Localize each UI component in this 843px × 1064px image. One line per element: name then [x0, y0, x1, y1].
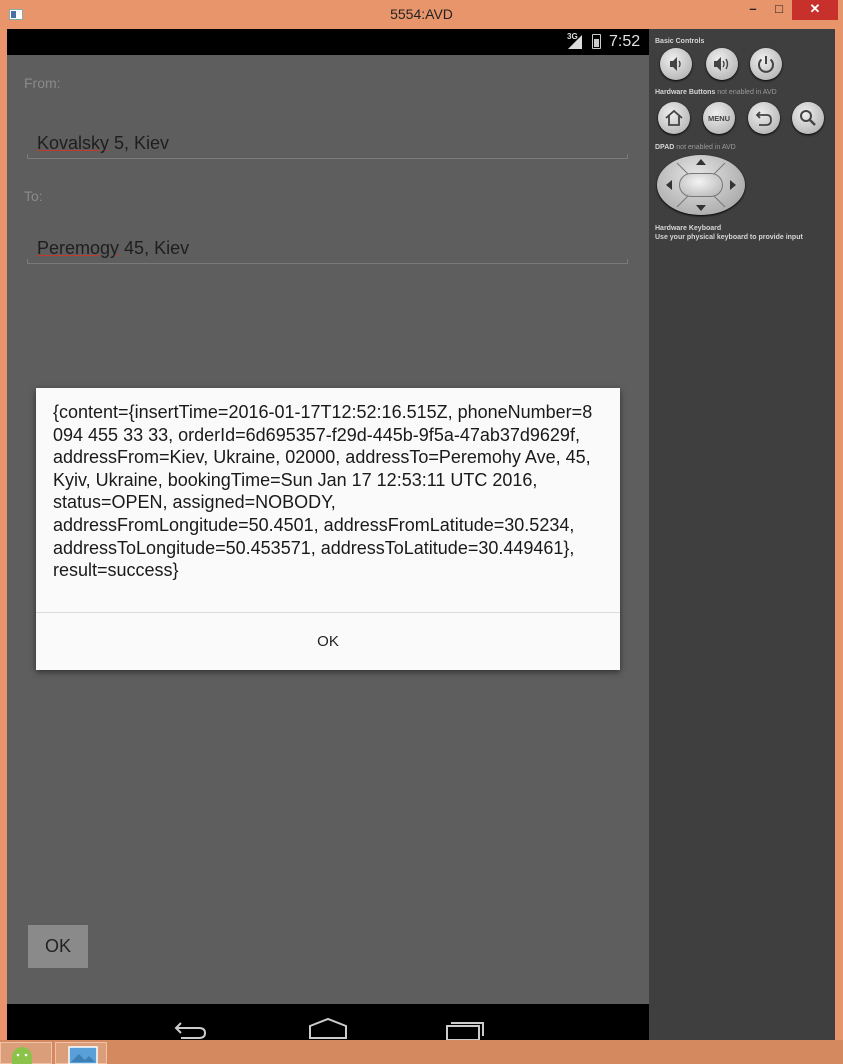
battery-icon [592, 34, 601, 49]
keyboard-title: Hardware Keyboard [655, 225, 722, 232]
to-label: To: [24, 188, 43, 204]
taskbar-item-image-viewer[interactable] [55, 1042, 107, 1064]
from-value: Kovalsky 5, Kiev [37, 133, 169, 154]
dialog-ok-button[interactable]: OK [36, 613, 620, 670]
home-hardware-button[interactable] [658, 102, 690, 134]
form-ok-button[interactable]: OK [28, 925, 88, 968]
hardware-buttons-title: Hardware Buttons [655, 89, 716, 96]
dpad-control[interactable] [657, 155, 745, 215]
window-titlebar: 5554:AVD – □ ✕ [0, 0, 843, 29]
from-value-misspelled: Kovalsky [37, 133, 110, 153]
dpad-center-button[interactable] [679, 173, 723, 197]
window-right-border [835, 29, 843, 1040]
response-dialog: {content={insertTime=2016-01-17T12:52:16… [36, 388, 620, 670]
menu-icon: MENU [708, 114, 730, 123]
dpad-note: not enabled in AVD [676, 144, 736, 151]
to-value-rest: 45, Kiev [119, 238, 190, 258]
back-icon [755, 111, 772, 126]
minimize-button[interactable]: – [740, 0, 766, 20]
navigation-bar [7, 1004, 649, 1040]
keyboard-note: Use your physical keyboard to provide in… [655, 234, 803, 241]
taskbar-item-android[interactable] [0, 1042, 52, 1064]
emulator-controls-panel: Basic Controls Hardware Buttons not enab… [649, 29, 835, 1040]
android-icon [12, 1047, 32, 1064]
window-title: 5554:AVD [390, 6, 453, 22]
from-value-rest: 5, Kiev [109, 133, 170, 153]
search-hardware-button[interactable] [792, 102, 824, 134]
to-input[interactable]: Peremogy 45, Kiev [27, 234, 628, 264]
menu-button-label: MENU [708, 114, 730, 123]
back-hardware-button[interactable] [748, 102, 780, 134]
home-icon[interactable] [308, 1017, 348, 1039]
dpad-title: DPAD [655, 144, 675, 151]
basic-controls-label: Basic Controls [655, 38, 705, 45]
maximize-button[interactable]: □ [766, 0, 792, 20]
status-bar: 3G 7:52 [7, 29, 649, 55]
status-time: 7:52 [609, 33, 641, 50]
hardware-buttons-note: not enabled in AVD [717, 89, 777, 96]
from-input[interactable]: Kovalsky 5, Kiev [27, 129, 628, 159]
volume-down-button[interactable] [660, 48, 692, 80]
power-icon [758, 56, 774, 73]
back-icon[interactable] [173, 1019, 207, 1039]
power-button[interactable] [750, 48, 782, 80]
close-button[interactable]: ✕ [792, 0, 838, 20]
taskbar [0, 1040, 843, 1064]
image-viewer-icon [68, 1046, 98, 1064]
keyboard-label: Hardware Keyboard Use your physical keyb… [655, 224, 803, 242]
to-value-misspelled: Peremogy [37, 238, 120, 258]
volume-up-icon [714, 57, 729, 71]
recent-apps-icon[interactable] [445, 1018, 485, 1040]
to-value: Peremogy 45, Kiev [37, 238, 189, 259]
home-icon [665, 109, 683, 126]
network-type: 3G [567, 32, 578, 41]
dialog-message: {content={insertTime=2016-01-17T12:52:16… [53, 402, 593, 581]
search-icon [800, 110, 816, 126]
volume-up-button[interactable] [706, 48, 738, 80]
from-label: From: [24, 75, 61, 91]
hardware-buttons-label: Hardware Buttons not enabled in AVD [655, 88, 777, 97]
menu-hardware-button[interactable]: MENU [703, 102, 735, 134]
emulator-screen: 3G 7:52 From: Kovalsky 5, Kiev To: Perem… [7, 29, 649, 1040]
volume-down-icon [670, 57, 681, 71]
dpad-label: DPAD not enabled in AVD [655, 143, 736, 152]
